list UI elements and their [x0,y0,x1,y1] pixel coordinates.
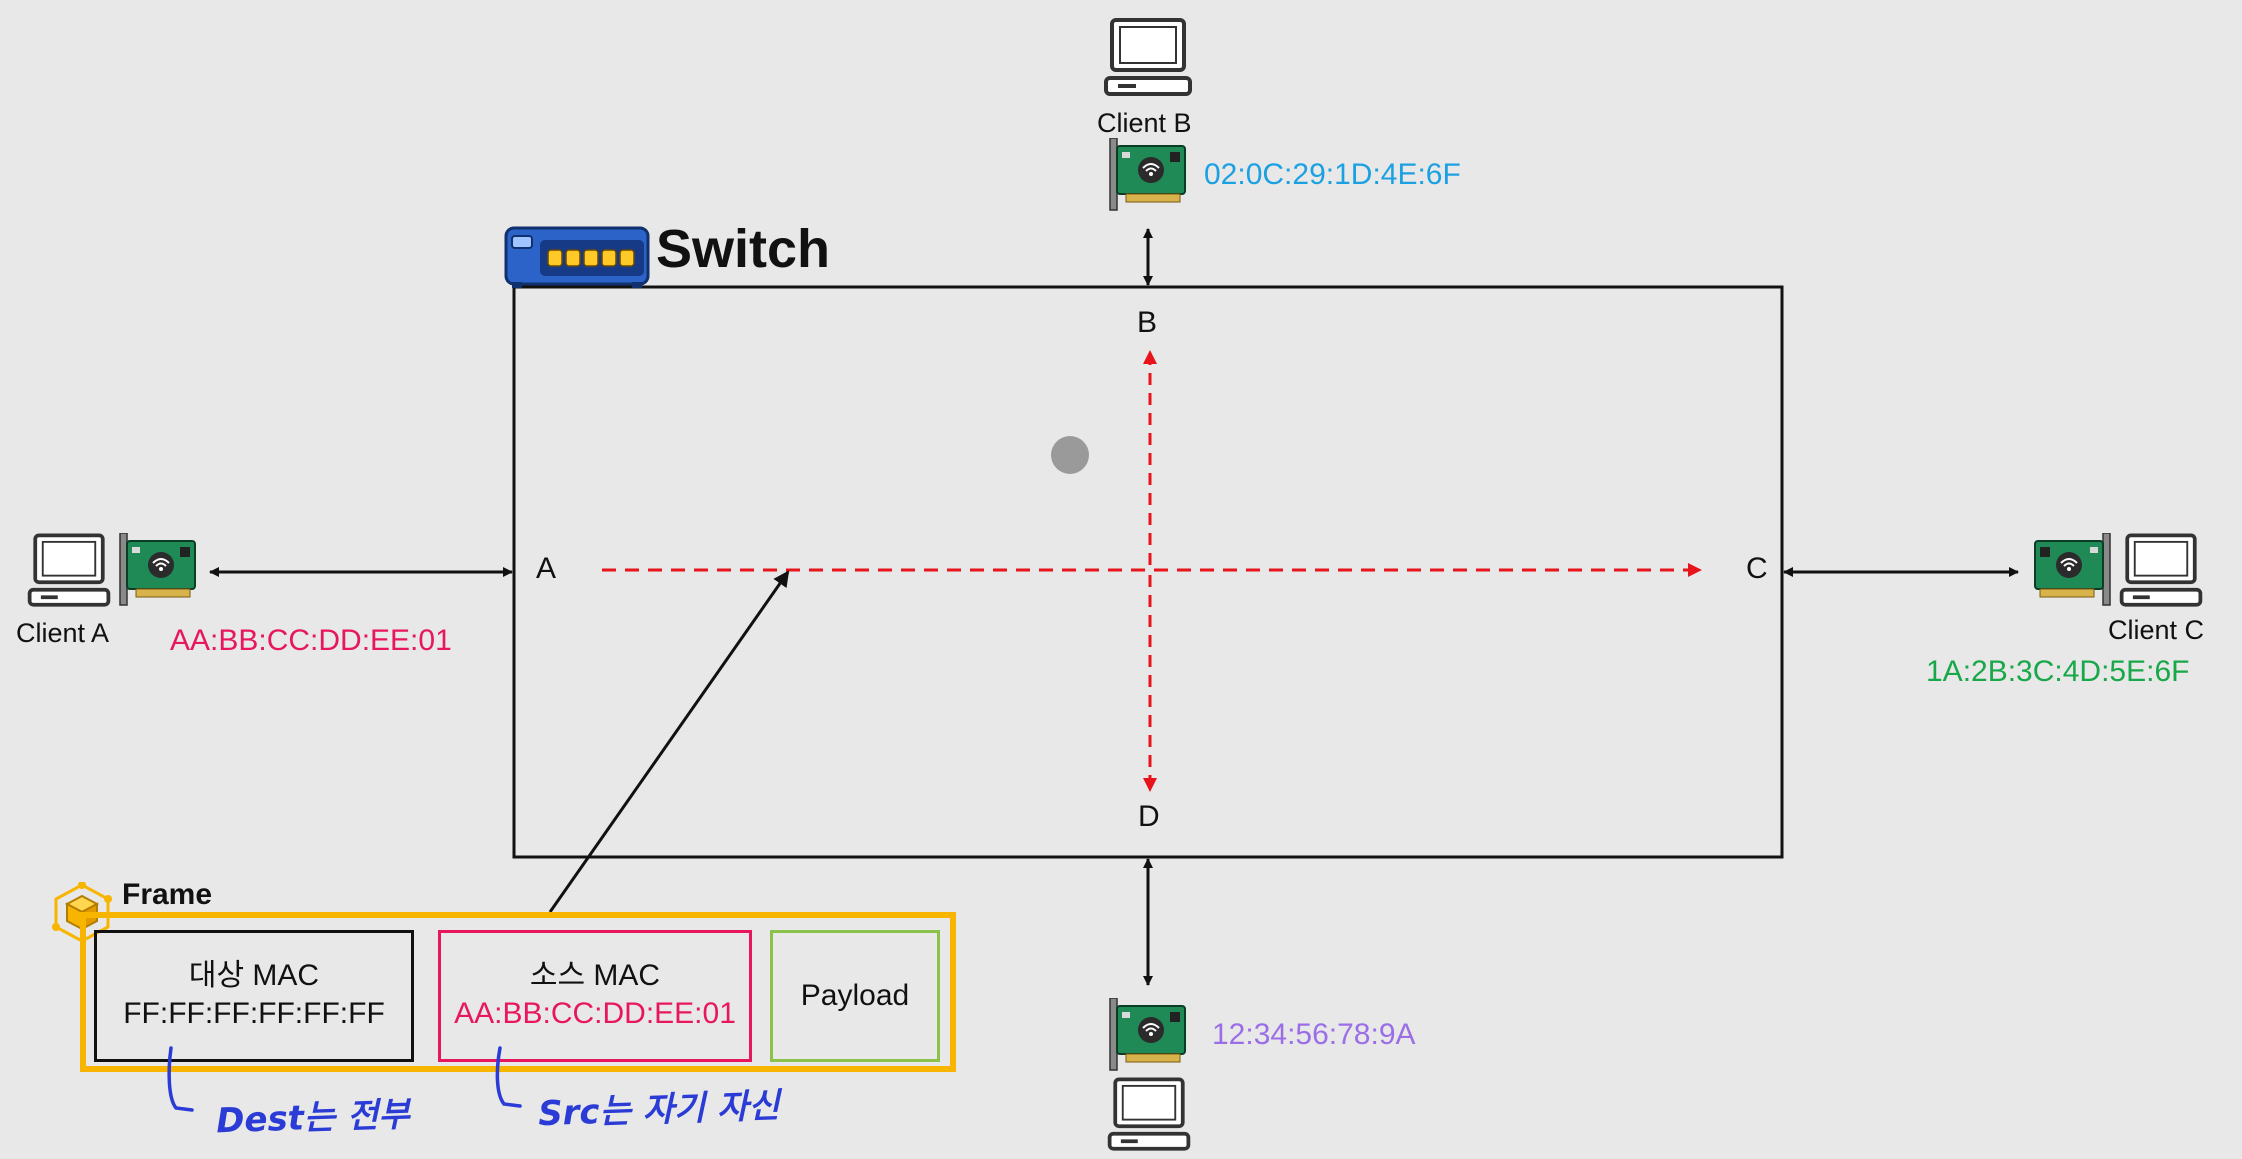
desktop-computer-icon [1104,18,1192,96]
port-label-b: B [1137,306,1158,339]
switch-title: Switch [656,219,831,279]
cursor-dot [1051,436,1089,474]
switch-icon-wrap [502,220,652,295]
note-src: Src는 자기 자신 [537,1085,781,1135]
frame-src-mac: 소스 MAC AA:BB:CC:DD:EE:01 [438,930,752,1062]
client-b [1100,16,1196,103]
network-card-icon [119,532,196,606]
src-mac-value: AA:BB:CC:DD:EE:01 [454,997,736,1030]
payload-label: Payload [800,979,910,1012]
client-a-mac: AA:BB:CC:DD:EE:01 [170,624,452,657]
client-a [24,530,114,615]
nic-c [2032,532,2112,612]
client-b-mac: 02:0C:29:1D:4E:6F [1204,158,1461,191]
src-mac-label: 소스 MAC [529,959,661,992]
dest-mac-value: FF:FF:FF:FF:FF:FF [123,997,385,1030]
frame-pointer-arrow [548,570,790,913]
desktop-computer-icon [2119,533,2203,607]
network-card-icon [1109,137,1186,211]
frame-title: Frame [122,878,213,911]
dest-mac-label: 대상 MAC [188,959,320,992]
desktop-computer-icon [27,533,111,607]
switch-body [512,285,1784,859]
client-b-label: Client B [1097,108,1192,138]
nic-a [118,532,198,612]
network-card-icon [2034,532,2111,606]
network-switch-icon [504,226,650,288]
frame-dest-mac: 대상 MAC FF:FF:FF:FF:FF:FF [94,930,414,1062]
client-a-label: Client A [16,618,110,648]
nic-b [1108,137,1188,217]
client-d [1104,1074,1194,1159]
client-c-label: Client C [2108,615,2205,645]
port-label-c: C [1746,552,1768,585]
note-dest: Dest는 전부 [215,1094,411,1142]
frame-payload: Payload [770,930,940,1062]
network-card-icon [1109,997,1186,1071]
nic-d [1108,997,1188,1077]
client-d-mac: 12:34:56:78:9A [1212,1018,1416,1051]
port-label-a: A [536,552,557,585]
desktop-computer-icon [1107,1077,1191,1151]
client-c-mac: 1A:2B:3C:4D:5E:6F [1926,655,2190,688]
client-c [2116,530,2206,615]
port-label-d: D [1138,800,1160,833]
